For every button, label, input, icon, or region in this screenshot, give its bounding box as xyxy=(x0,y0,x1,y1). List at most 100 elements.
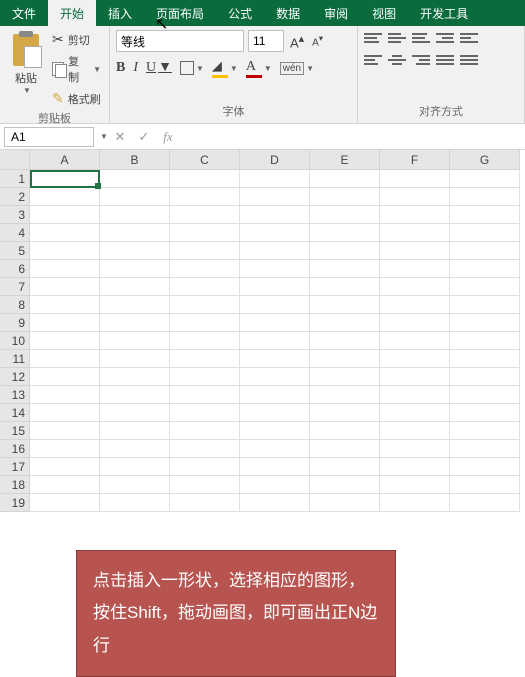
cell[interactable] xyxy=(380,350,450,368)
cell[interactable] xyxy=(240,458,310,476)
column-header[interactable]: C xyxy=(170,150,240,170)
align-bottom-button[interactable] xyxy=(412,30,430,46)
cell[interactable] xyxy=(310,188,380,206)
cell[interactable] xyxy=(30,188,100,206)
cell[interactable] xyxy=(170,314,240,332)
cell[interactable] xyxy=(240,422,310,440)
cell[interactable] xyxy=(380,386,450,404)
cell[interactable] xyxy=(240,332,310,350)
cell[interactable] xyxy=(450,332,520,350)
align-left-button[interactable] xyxy=(364,52,382,68)
cell[interactable] xyxy=(100,386,170,404)
cell[interactable] xyxy=(30,260,100,278)
tab-file[interactable]: 文件 xyxy=(0,0,48,26)
align-right-button[interactable] xyxy=(412,52,430,68)
row-header[interactable]: 13 xyxy=(0,386,30,404)
paste-button[interactable]: 粘贴 ▼ xyxy=(6,30,46,97)
row-header[interactable]: 16 xyxy=(0,440,30,458)
increase-indent-button[interactable] xyxy=(460,30,478,46)
cell[interactable] xyxy=(240,404,310,422)
cell[interactable] xyxy=(450,350,520,368)
cell[interactable] xyxy=(310,350,380,368)
cell[interactable] xyxy=(310,296,380,314)
cut-button[interactable]: ✂剪切 xyxy=(50,30,103,49)
font-color-button[interactable]: A▼ xyxy=(246,58,272,78)
row-header[interactable]: 1 xyxy=(0,170,30,188)
cell[interactable] xyxy=(240,440,310,458)
row-header[interactable]: 4 xyxy=(0,224,30,242)
cell[interactable] xyxy=(240,494,310,512)
cell[interactable] xyxy=(310,332,380,350)
cell[interactable] xyxy=(170,350,240,368)
bold-button[interactable]: B xyxy=(116,60,125,76)
cell[interactable] xyxy=(100,206,170,224)
fill-color-button[interactable]: ◢▼ xyxy=(212,58,238,78)
cell[interactable] xyxy=(170,296,240,314)
cell[interactable] xyxy=(240,206,310,224)
cell[interactable] xyxy=(170,188,240,206)
cell[interactable] xyxy=(100,368,170,386)
indent-right-button[interactable] xyxy=(460,52,478,68)
column-header[interactable]: B xyxy=(100,150,170,170)
align-center-button[interactable] xyxy=(388,52,406,68)
cell[interactable] xyxy=(380,242,450,260)
indent-left-button[interactable] xyxy=(436,52,454,68)
format-painter-button[interactable]: ✎格式刷 xyxy=(50,89,103,108)
cell[interactable] xyxy=(170,260,240,278)
tab-data[interactable]: 数据 xyxy=(264,0,312,26)
cell[interactable] xyxy=(450,206,520,224)
decrease-indent-button[interactable] xyxy=(436,30,454,46)
confirm-button[interactable]: ✓ xyxy=(132,129,156,145)
cell[interactable] xyxy=(380,332,450,350)
cell[interactable] xyxy=(100,242,170,260)
underline-button[interactable]: U▼ xyxy=(146,60,172,76)
cell[interactable] xyxy=(30,494,100,512)
cell[interactable] xyxy=(310,476,380,494)
cell[interactable] xyxy=(310,314,380,332)
cell[interactable] xyxy=(170,386,240,404)
paste-dropdown-icon[interactable]: ▼ xyxy=(23,86,31,95)
row-header[interactable]: 15 xyxy=(0,422,30,440)
tab-page-layout[interactable]: 页面布局 xyxy=(144,0,216,26)
row-header[interactable]: 19 xyxy=(0,494,30,512)
increase-font-button[interactable]: A▴ xyxy=(288,32,306,50)
row-header[interactable]: 14 xyxy=(0,404,30,422)
cell[interactable] xyxy=(100,278,170,296)
cell[interactable] xyxy=(450,404,520,422)
cell[interactable] xyxy=(310,242,380,260)
name-box-dropdown-icon[interactable]: ▼ xyxy=(100,132,108,141)
cell[interactable] xyxy=(450,386,520,404)
cell[interactable] xyxy=(450,224,520,242)
cell[interactable] xyxy=(450,170,520,188)
row-header[interactable]: 10 xyxy=(0,332,30,350)
tab-view[interactable]: 视图 xyxy=(360,0,408,26)
cell[interactable] xyxy=(450,368,520,386)
cell[interactable] xyxy=(380,494,450,512)
cell[interactable] xyxy=(30,296,100,314)
row-header[interactable]: 5 xyxy=(0,242,30,260)
cell[interactable] xyxy=(380,404,450,422)
cell[interactable] xyxy=(310,404,380,422)
cell[interactable] xyxy=(30,404,100,422)
cell[interactable] xyxy=(380,440,450,458)
cell[interactable] xyxy=(450,314,520,332)
cell[interactable] xyxy=(170,224,240,242)
cell[interactable] xyxy=(240,170,310,188)
cell[interactable] xyxy=(450,476,520,494)
cell[interactable] xyxy=(100,314,170,332)
cell[interactable] xyxy=(30,458,100,476)
cell[interactable] xyxy=(310,386,380,404)
cell[interactable] xyxy=(30,170,100,188)
cell[interactable] xyxy=(450,458,520,476)
cell[interactable] xyxy=(380,476,450,494)
align-middle-button[interactable] xyxy=(388,30,406,46)
cell[interactable] xyxy=(100,422,170,440)
cell[interactable] xyxy=(450,278,520,296)
cell[interactable] xyxy=(170,476,240,494)
cell[interactable] xyxy=(240,296,310,314)
cell[interactable] xyxy=(170,422,240,440)
cell[interactable] xyxy=(30,422,100,440)
cancel-button[interactable]: ✕ xyxy=(108,129,132,145)
cell[interactable] xyxy=(240,224,310,242)
cell[interactable] xyxy=(380,278,450,296)
